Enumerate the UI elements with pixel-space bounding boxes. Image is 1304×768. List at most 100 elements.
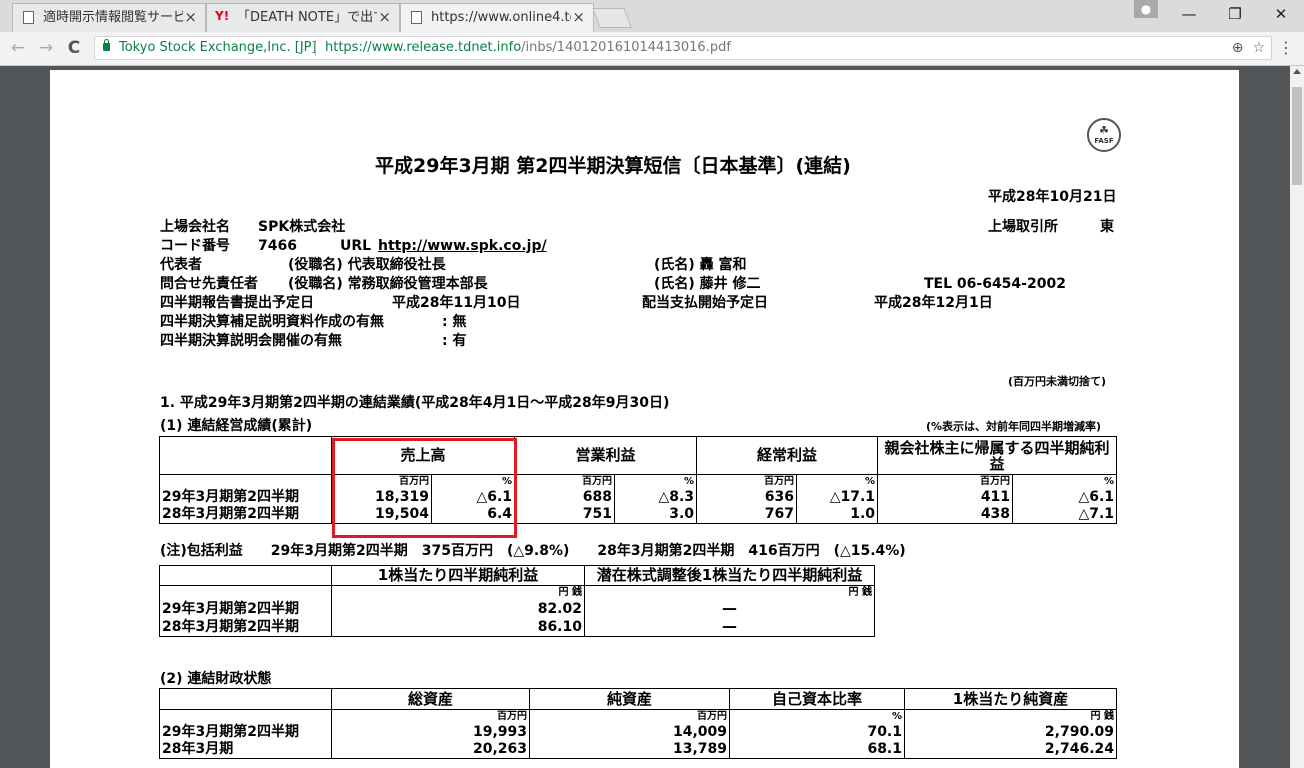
unit-million: 百万円 <box>877 474 1014 488</box>
unit-yen: 円 銭 <box>584 585 875 599</box>
sub1-note: (%表示は、対前年同四半期増減率) <box>926 420 1102 433</box>
cell: △6.1 <box>1012 487 1118 506</box>
cell: 751 <box>514 505 616 524</box>
dividend-date: 平成28年12月1日 <box>874 295 993 311</box>
reload-button[interactable]: C <box>62 36 86 60</box>
star-icon[interactable]: ☆ <box>1252 40 1265 56</box>
divider <box>315 40 316 56</box>
cell: △7.1 <box>1012 505 1118 524</box>
maximize-button[interactable]: ❐ <box>1212 0 1258 30</box>
close-icon[interactable]: × <box>184 4 197 31</box>
company-name: SPK株式会社 <box>258 219 346 235</box>
supp-label: 四半期決算補足説明資料作成の有無 <box>160 314 384 330</box>
forward-button[interactable]: → <box>34 36 58 60</box>
unit-million: 百万円 <box>514 474 616 488</box>
exchange-value: 東 <box>1100 219 1114 235</box>
cell: 70.1 <box>729 722 905 741</box>
rounding-note: (百万円未満切捨て) <box>1008 375 1107 388</box>
minimize-button[interactable]: — <box>1166 0 1212 30</box>
new-tab-button[interactable] <box>592 8 632 28</box>
contact-title: (役職名) 常務取締役管理本部長 <box>288 276 488 292</box>
cell: 438 <box>877 505 1014 524</box>
header-net-assets: 純資産 <box>529 688 730 710</box>
section1-title: 1. 平成29年3月期第2四半期の連結業績(平成28年4月1日～平成28年9月3… <box>160 395 670 411</box>
cell: 20,263 <box>331 740 530 759</box>
row-label: 28年3月期第2四半期 <box>159 505 332 524</box>
lock-icon <box>103 39 110 51</box>
tab-pdf[interactable]: https://www.online4.tdnet × <box>400 3 594 32</box>
cell: 3.0 <box>614 505 698 524</box>
address-bar[interactable]: Tokyo Stock Exchange,Inc. [JP] https://w… <box>94 36 1272 60</box>
cell: △17.1 <box>796 487 879 506</box>
table-row: 28年3月期 20,263 13,789 68.1 2,746.24 <box>159 740 1117 759</box>
row-label: 29年3月期第2四半期 <box>159 598 332 618</box>
back-button[interactable]: ← <box>6 36 30 60</box>
cell: — <box>584 617 875 637</box>
unit-pct: % <box>614 474 698 488</box>
cell: 1.0 <box>796 505 879 524</box>
row-label: 29年3月期第2四半期 <box>159 487 332 506</box>
security-label: Tokyo Stock Exchange,Inc. [JP] <box>119 40 317 55</box>
sub2-title: (2) 連結財政状態 <box>160 671 272 687</box>
unit-pct: % <box>796 474 879 488</box>
unit-million: 百万円 <box>696 474 798 488</box>
unit: 円 銭 <box>904 709 1117 723</box>
cell: — <box>584 598 875 618</box>
scroll-thumb[interactable] <box>1292 87 1302 185</box>
url-label: URL <box>340 238 372 254</box>
cell: 82.02 <box>331 598 585 618</box>
contact-label: 問合せ先責任者 <box>160 276 258 292</box>
url-text[interactable]: https://www.release.tdnet.info/inbs/1401… <box>325 37 731 59</box>
pdf-page: ☘ FASF 平成29年3月期 第2四半期決算短信〔日本基準〕(連結) 平成28… <box>50 70 1239 768</box>
contact-name: (氏名) 藤井 修二 <box>654 276 761 292</box>
row-label: 28年3月期第2四半期 <box>159 617 332 637</box>
page-icon <box>411 11 422 24</box>
rep-label: 代表者 <box>160 257 202 273</box>
header-ordinary-income: 経常利益 <box>696 436 879 475</box>
unit-yen: 円 銭 <box>331 585 585 599</box>
user-icon[interactable]: ● <box>1134 0 1158 18</box>
table-row: 28年3月期第2四半期 86.10 — <box>159 617 875 637</box>
company-url-link[interactable]: http://www.spk.co.jp/ <box>378 237 547 255</box>
header-equity-ratio: 自己資本比率 <box>729 688 905 710</box>
rep-name: (氏名) 轟 富和 <box>654 257 747 273</box>
code-value: 7466 <box>258 238 297 254</box>
header-total-assets: 総資産 <box>331 688 530 710</box>
rep-title: (役職名) 代表取締役社長 <box>288 257 446 273</box>
code-label: コード番号 <box>160 238 230 254</box>
briefing-label: 四半期決算説明会開催の有無 <box>160 333 342 349</box>
report-label: 四半期報告書提出予定日 <box>160 295 314 311</box>
document-title: 平成29年3月期 第2四半期決算短信〔日本基準〕(連結) <box>375 155 851 177</box>
omnibox-icons: ⊕ ☆ <box>1232 37 1265 59</box>
tab-tdnet[interactable]: 適時開示情報閲覧サービス × <box>12 3 206 32</box>
row-label: 29年3月期第2四半期 <box>159 722 332 741</box>
document-date: 平成28年10月21日 <box>988 189 1117 205</box>
dividend-label: 配当支払開始予定日 <box>642 295 768 311</box>
header-net-income: 親会社株主に帰属する四半期純利益 <box>877 436 1118 475</box>
tab-strip: 適時開示情報閲覧サービス × Y! 「DEATH NOTE」で出てくる × ht… <box>0 0 1304 32</box>
cell: △8.3 <box>614 487 698 506</box>
scroll-up-icon[interactable] <box>1293 69 1301 74</box>
fasf-logo: ☘ FASF <box>1087 118 1121 152</box>
report-date: 平成28年11月10日 <box>392 295 521 311</box>
highlight-box <box>332 438 517 538</box>
zoom-icon[interactable]: ⊕ <box>1232 40 1244 56</box>
scrollbar[interactable] <box>1290 66 1304 768</box>
close-icon[interactable]: × <box>378 4 391 31</box>
cell: 2,790.09 <box>904 722 1117 741</box>
cell: 411 <box>877 487 1014 506</box>
header-eps: 1株当たり四半期純利益 <box>331 565 585 586</box>
eps-table: 1株当たり四半期純利益 潜在株式調整後1株当たり四半期純利益 円 銭 円 銭 2… <box>159 565 875 637</box>
results-table: 売上高 営業利益 経常利益 親会社株主に帰属する四半期純利益 百万円 % 百万円… <box>159 436 1118 524</box>
close-window-button[interactable]: ✕ <box>1258 0 1304 30</box>
header-operating-income: 営業利益 <box>514 436 698 475</box>
comprehensive-income-note: (注)包括利益 29年3月期第2四半期 375百万円 (△9.8%) 28年3月… <box>160 543 906 559</box>
unit-pct: % <box>1012 474 1118 488</box>
menu-icon[interactable]: ⋮ <box>1278 38 1294 57</box>
unit: 百万円 <box>529 709 730 723</box>
table-row: 28年3月期第2四半期 19,504 6.4 751 3.0 767 1.0 4… <box>159 505 1118 524</box>
tab-yahoo[interactable]: Y! 「DEATH NOTE」で出てくる × <box>206 3 400 32</box>
financial-table: 総資産 純資産 自己資本比率 1株当たり純資産 百万円 百万円 % 円 銭 29… <box>159 688 1117 759</box>
close-icon[interactable]: × <box>572 4 585 31</box>
page-icon <box>23 11 34 24</box>
